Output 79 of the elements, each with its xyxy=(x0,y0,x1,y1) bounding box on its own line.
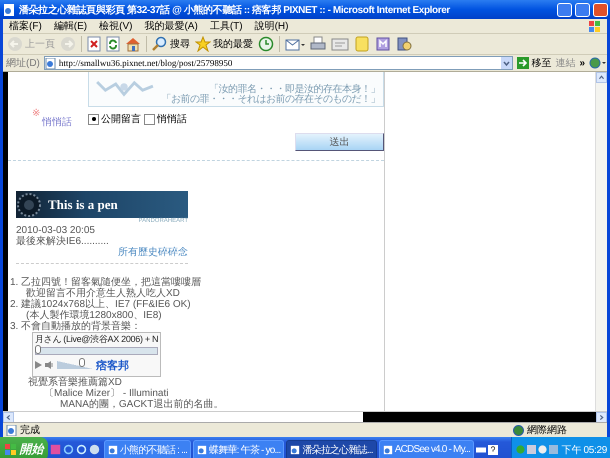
post-date: 2010-03-03 20:05 xyxy=(16,225,96,236)
dropdown-icon[interactable] xyxy=(501,57,512,69)
radio-button[interactable] xyxy=(88,114,99,124)
note-line: 1. 乙拉四號！留客氣隨便坐，把這當嘍嘍層 xyxy=(10,277,202,288)
globe-icon xyxy=(513,424,524,436)
search-icon[interactable] xyxy=(152,36,168,52)
radio-button[interactable] xyxy=(144,114,155,124)
taskbar-button[interactable]: ACDSee v4.0 - My... xyxy=(378,440,474,458)
window-icon xyxy=(290,444,300,454)
windows-logo-icon xyxy=(589,20,601,32)
recommend-line: 視覺系音樂推薦篇XD xyxy=(28,377,123,388)
toolbar-label[interactable]: 我的最愛 xyxy=(213,37,253,51)
toolbar-label[interactable]: 搜尋 xyxy=(170,37,190,51)
recommend-line: 〔Malice Mizer〕 - Illuminati xyxy=(43,388,168,399)
go-button[interactable]: 移至 xyxy=(517,56,552,70)
required-mark: ※ xyxy=(32,110,40,118)
note-line: 3. 不會自動播放的背景音樂： xyxy=(10,321,142,332)
messenger-icon[interactable] xyxy=(375,36,391,52)
address-field[interactable]: http://smallwu36.pixnet.net/blog/post/25798950 xyxy=(44,56,514,70)
taskbar-button[interactable]: 蝶舞華: 午茶 - yo... xyxy=(193,440,284,458)
note-line: 歡迎留言不用介意生人熟人吃人XD xyxy=(26,288,181,299)
post-text: 最後來解決IE6.......... xyxy=(16,236,110,247)
taskbar-button[interactable]: 潘朵拉之心雜誌... xyxy=(286,440,377,458)
history-icon[interactable] xyxy=(258,36,274,52)
home-icon[interactable] xyxy=(125,36,141,52)
menu-item[interactable]: 檢視(V) xyxy=(99,19,132,33)
menu-item[interactable]: 工具(T) xyxy=(210,19,243,33)
address-label: 網址(D) xyxy=(6,56,40,70)
zone-text: 網際網路 xyxy=(527,424,567,437)
player-logo: 痞客邦 xyxy=(96,358,129,372)
window-icon xyxy=(108,444,118,454)
page-icon xyxy=(44,58,56,68)
banner-title: This is a pen xyxy=(48,196,118,212)
page-icon xyxy=(2,2,16,16)
scroll-left-icon[interactable] xyxy=(3,412,14,423)
more-chevron[interactable]: » xyxy=(579,58,585,68)
volume-slider[interactable] xyxy=(57,361,93,369)
window-title: 潘朵拉之心雜誌頁與彩頁 第32-37話 @ 小熊的不聽話 :: 痞客邦 PIXNET :: - Microsoft Internet Explorer xyxy=(19,3,452,16)
window-icon xyxy=(197,444,208,454)
close-button[interactable] xyxy=(593,2,608,16)
radio-label[interactable]: 公開留言 xyxy=(101,112,141,126)
quicklaunch-icon[interactable] xyxy=(89,444,100,455)
emblem-icon xyxy=(16,192,42,218)
play-icon[interactable] xyxy=(35,361,42,369)
globe-icon[interactable] xyxy=(589,57,607,69)
menu-item[interactable]: 說明(H) xyxy=(254,19,288,33)
refresh-icon[interactable] xyxy=(106,36,120,52)
scroll-up-icon[interactable] xyxy=(596,72,607,83)
clock: 下午 05:29 xyxy=(562,444,607,456)
volume-thumb[interactable] xyxy=(79,358,86,367)
document-icon[interactable] xyxy=(331,36,349,52)
printer-icon[interactable] xyxy=(310,36,326,52)
star-icon[interactable] xyxy=(195,36,211,52)
recommend-line: MANA的團，GACKT退出前的名曲。 xyxy=(59,399,224,410)
status-text: 完成 xyxy=(20,424,40,437)
help-icon[interactable] xyxy=(488,444,498,454)
arrow-icon xyxy=(517,57,530,69)
media-icon[interactable] xyxy=(396,36,412,52)
menu-item[interactable]: 編輯(E) xyxy=(54,19,88,33)
radio-label[interactable]: 悄悄話 xyxy=(157,112,187,126)
page-icon xyxy=(6,424,17,436)
taskbar-button[interactable]: 小熊的不聽話 : ... xyxy=(104,440,192,458)
stop-icon[interactable] xyxy=(87,36,101,52)
history-link[interactable]: 所有歷史碎碎念 xyxy=(118,247,188,259)
seek-thumb[interactable] xyxy=(35,345,41,354)
submit-button[interactable]: 送出 xyxy=(295,133,384,151)
field-label: 悄悄話 xyxy=(42,118,72,128)
window-icon xyxy=(382,444,393,454)
note-line: 2. 建議1024x768以上、IE7 (FF&IE6 OK) xyxy=(10,299,192,310)
keyboard-icon[interactable] xyxy=(476,444,486,454)
scroll-right-icon[interactable] xyxy=(596,412,607,423)
maximize-button[interactable] xyxy=(575,2,590,16)
menu-item[interactable]: 檔案(F) xyxy=(9,19,42,33)
windows-logo-icon xyxy=(4,444,16,455)
note-line: (本人製作環境1280x800、IE8) xyxy=(25,310,163,321)
minimize-button[interactable] xyxy=(557,2,572,16)
menu-item[interactable]: 我的最愛(A) xyxy=(144,19,198,33)
track-title: 月さん (Live@渋谷AX 2006) + N xyxy=(35,334,158,345)
speaker-icon[interactable] xyxy=(45,361,54,369)
